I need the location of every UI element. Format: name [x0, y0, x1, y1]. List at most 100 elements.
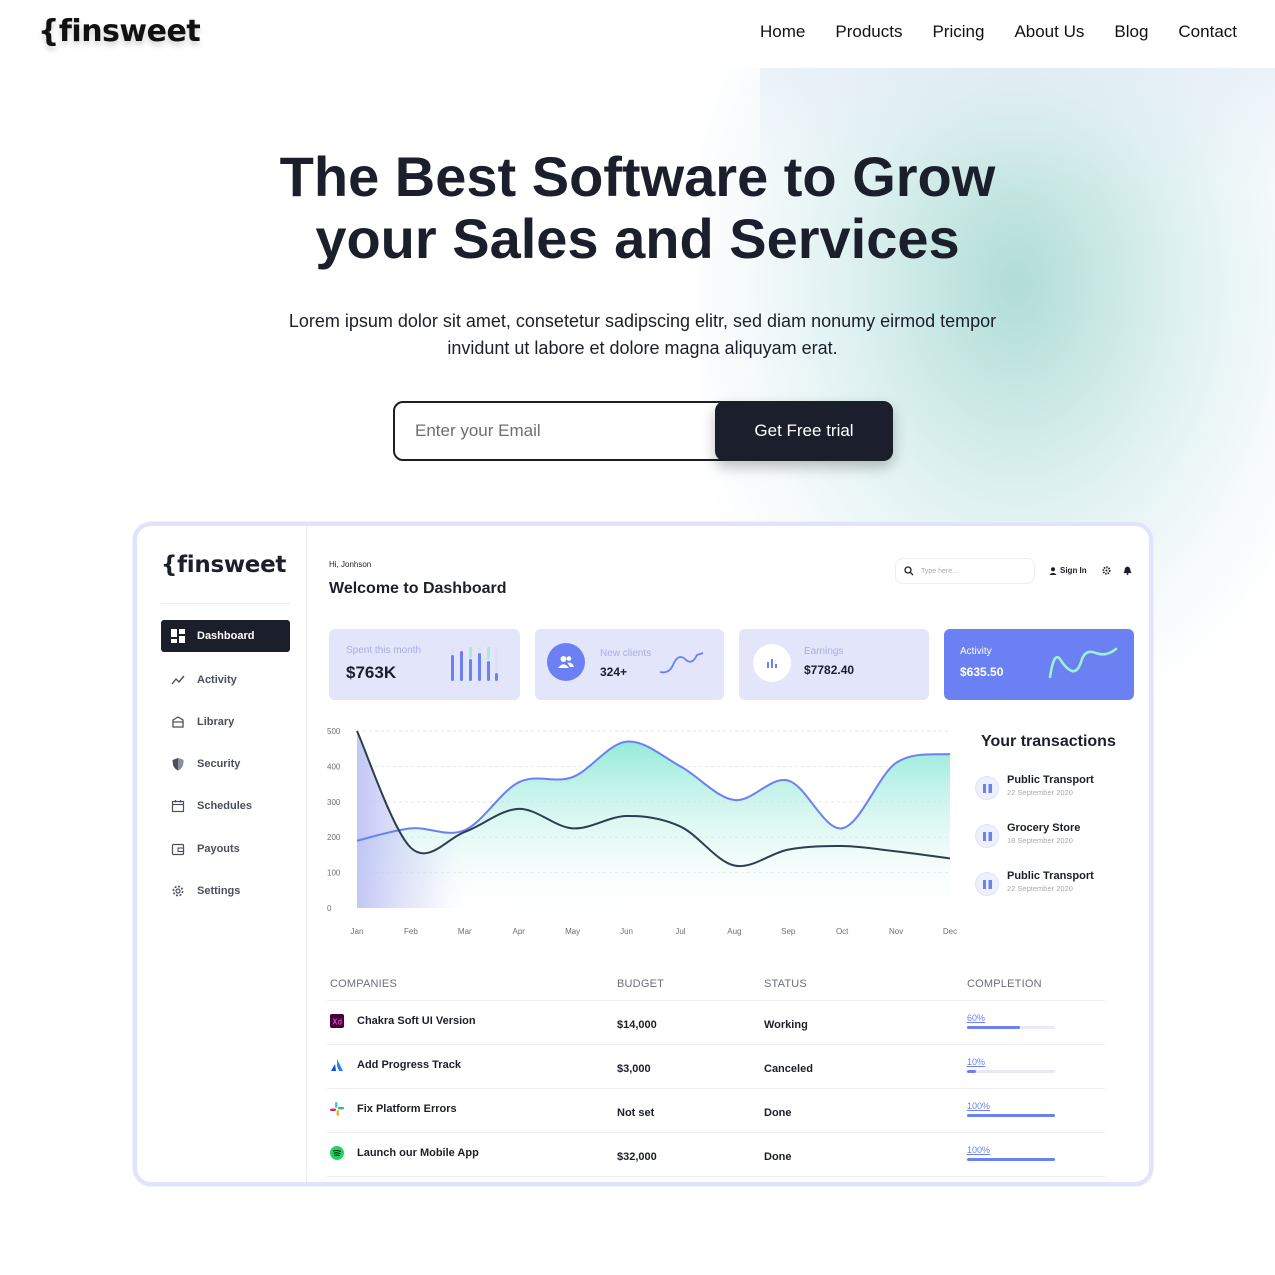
greeting-text: Hi, Jonhson [329, 560, 372, 569]
y-tick-label: 200 [327, 833, 341, 842]
table-header-status: STATUS [764, 978, 807, 990]
completion-bar [967, 1070, 1055, 1073]
stat-label-earnings: Earnings [804, 646, 844, 657]
earnings-icon-circle [753, 644, 791, 682]
y-tick-label: 400 [327, 762, 341, 771]
landing-page: {finsweet Home Products Pricing About Us… [0, 0, 1275, 1275]
hero-title-line-2: your Sales and Services [315, 207, 960, 270]
dashboard-logo[interactable]: {finsweet [161, 552, 286, 578]
sidebar-item-dashboard[interactable]: Dashboard [161, 620, 290, 652]
bell-icon[interactable] [1123, 566, 1132, 575]
sign-in-link[interactable]: Sign In [1049, 566, 1087, 575]
row-status: Working [764, 1019, 808, 1031]
x-tick-label: Jun [620, 927, 633, 936]
sidebar-label-library: Library [197, 716, 235, 728]
y-tick-label: 100 [327, 869, 341, 878]
stat-card-activity: Activity $635.50 [944, 629, 1134, 700]
wallet-icon [171, 843, 185, 856]
sidebar-label-dashboard: Dashboard [197, 630, 255, 642]
row-budget: $14,000 [617, 1019, 657, 1031]
transaction-icon [975, 776, 999, 800]
hero-title: The Best Software to Grow your Sales and… [0, 146, 1275, 270]
user-icon [1049, 566, 1057, 575]
row-completion: 60% [967, 1013, 986, 1023]
nav-about-us[interactable]: About Us [1014, 22, 1084, 42]
settings-gear-icon[interactable] [1102, 566, 1111, 575]
search-placeholder: Type here... [921, 567, 958, 575]
chart-icon [767, 659, 777, 668]
nav-pricing[interactable]: Pricing [932, 22, 984, 42]
svg-text:Xd: Xd [332, 1018, 342, 1027]
calendar-icon [171, 800, 185, 813]
sidebar-label-schedules: Schedules [197, 800, 253, 812]
sidebar-item-settings[interactable]: Settings [161, 875, 290, 907]
row-budget: Not set [617, 1107, 655, 1119]
sales-area-chart: 500 400 300 200 100 0 Jan Feb Mar Apr May Jun Jul Aug… [327, 727, 957, 936]
dashboard-search[interactable]: Type here... [895, 558, 1035, 584]
transaction-name: Grocery Store [1007, 822, 1081, 834]
x-tick-label: Mar [458, 927, 472, 936]
x-tick-label: Apr [513, 927, 526, 936]
table-divider [327, 1088, 1105, 1089]
sidebar-item-payouts[interactable]: Payouts [161, 833, 290, 865]
dashboard-preview: {finsweet Dashboard Activity Library Sec… [133, 522, 1153, 1186]
spotify-icon [330, 1146, 344, 1160]
email-input[interactable] [415, 419, 705, 443]
x-tick-label: Oct [836, 927, 849, 936]
clients-icon-circle [547, 643, 585, 681]
nav-blog[interactable]: Blog [1114, 22, 1148, 42]
get-free-trial-button[interactable]: Get Free trial [715, 401, 893, 461]
sidebar-label-payouts: Payouts [197, 843, 240, 855]
row-company: Fix Platform Errors [357, 1103, 457, 1115]
y-tick-label: 0 [327, 904, 332, 913]
y-tick-label: 500 [327, 727, 341, 736]
dashboard-title: Welcome to Dashboard [329, 580, 507, 597]
completion-bar-fill [967, 1158, 1055, 1161]
x-tick-label: Jan [351, 927, 364, 936]
table-divider [327, 1132, 1105, 1133]
sidebar-item-schedules[interactable]: Schedules [161, 790, 290, 822]
hero-title-line-1: The Best Software to Grow [279, 145, 996, 208]
sidebar-label-settings: Settings [197, 885, 241, 897]
site-logo[interactable]: {finsweet [38, 14, 201, 49]
table-row[interactable]: Xd Chakra Soft UI Version $14,000 Workin… [327, 1004, 1105, 1048]
shield-icon [172, 758, 184, 771]
transaction-icon [975, 872, 999, 896]
stat-label-new-clients: New clients [600, 648, 652, 659]
row-completion: 100% [967, 1145, 991, 1155]
row-completion: 100% [967, 1101, 991, 1111]
transaction-date: 18 September 2020 [1007, 836, 1073, 845]
row-company: Add Progress Track [357, 1059, 461, 1071]
completion-bar-fill [967, 1026, 1020, 1029]
sidebar-item-security[interactable]: Security [161, 748, 290, 780]
table-header-budget: BUDGET [617, 978, 665, 990]
transaction-date: 22 September 2020 [1007, 884, 1073, 893]
stat-label-activity: Activity [960, 646, 992, 657]
table-row[interactable]: Fix Platform Errors Not set Done 100% [327, 1092, 1105, 1136]
table-row[interactable]: Add Progress Track $3,000 Canceled 10% [327, 1048, 1105, 1092]
sign-in-label: Sign In [1060, 566, 1087, 575]
row-company: Launch our Mobile App [357, 1147, 479, 1159]
x-tick-label: Sep [781, 927, 796, 936]
row-status: Canceled [764, 1063, 813, 1075]
activity-icon [171, 675, 185, 685]
stat-value-activity: $635.50 [960, 665, 1004, 679]
row-status: Done [764, 1107, 792, 1119]
sidebar-item-activity[interactable]: Activity [161, 664, 290, 696]
x-tick-label: Aug [727, 927, 741, 936]
nav-home[interactable]: Home [760, 22, 805, 42]
table-row[interactable]: Launch our Mobile App $32,000 Done 100% [327, 1136, 1105, 1180]
dashboard-sidebar: {finsweet Dashboard Activity Library Sec… [137, 526, 307, 1182]
x-tick-label: Feb [404, 927, 418, 936]
nav-products[interactable]: Products [835, 22, 902, 42]
site-header: {finsweet Home Products Pricing About Us… [0, 0, 1275, 68]
nav-contact[interactable]: Contact [1178, 22, 1237, 42]
sidebar-item-library[interactable]: Library [161, 706, 290, 738]
completion-bar [967, 1114, 1055, 1117]
row-budget: $3,000 [617, 1063, 651, 1075]
search-icon [904, 566, 914, 576]
sidebar-divider [161, 603, 291, 604]
sidebar-label-activity: Activity [197, 674, 237, 686]
completion-bar [967, 1026, 1055, 1029]
x-tick-label: Dec [943, 927, 957, 936]
